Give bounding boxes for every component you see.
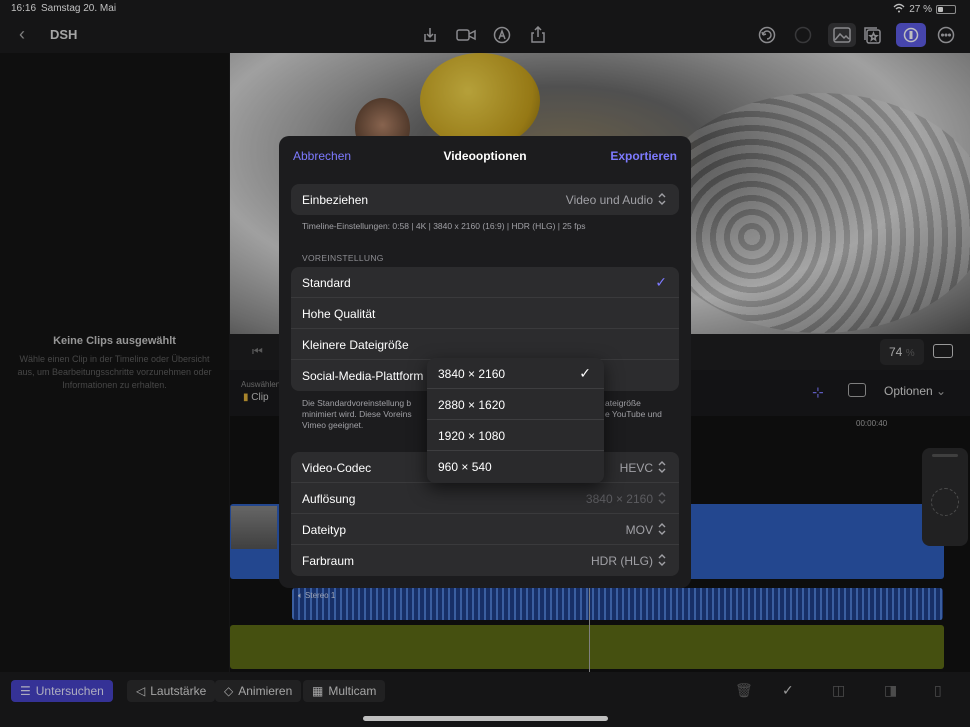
- preset-standard[interactable]: Standard ✓: [291, 267, 679, 298]
- option-label: 960 × 540: [438, 460, 492, 474]
- include-row[interactable]: Einbeziehen Video und Audio: [291, 184, 679, 215]
- include-label: Einbeziehen: [302, 193, 369, 207]
- desc-line3: Vimeo geeignet.: [302, 420, 364, 430]
- preset-label: Standard: [302, 276, 351, 290]
- desc-line1-right: ateigröße: [605, 398, 641, 408]
- resolution-option-2880[interactable]: 2880 × 1620: [427, 389, 604, 420]
- resolution-value: 3840 × 2160: [585, 492, 653, 506]
- colorspace-row[interactable]: Farbraum HDR (HLG): [291, 545, 679, 576]
- resolution-row[interactable]: Auflösung 3840 × 2160: [291, 483, 679, 514]
- desc-line2-right: e YouTube und: [605, 409, 662, 419]
- colorspace-label: Farbraum: [302, 554, 355, 568]
- option-label: 2880 × 1620: [438, 398, 506, 412]
- checkmark-icon: ✓: [579, 365, 591, 381]
- timeline-settings-info: Timeline-Einstellungen: 0:58 | 4K | 3840…: [302, 221, 586, 231]
- resolution-option-3840[interactable]: 3840 × 2160 ✓: [427, 358, 604, 389]
- include-group: Einbeziehen Video und Audio: [291, 184, 679, 215]
- preset-label: Social-Media-Plattform: [302, 369, 424, 383]
- resolution-popup-menu: 3840 × 2160 ✓ 2880 × 1620 1920 × 1080 96…: [427, 358, 604, 483]
- preset-label: Hohe Qualität: [302, 307, 376, 321]
- resolution-label: Auflösung: [302, 492, 356, 506]
- include-value: Video und Audio: [565, 193, 653, 207]
- preset-high-quality[interactable]: Hohe Qualität: [291, 298, 679, 329]
- desc-line2-left: minimiert wird. Diese Voreins: [302, 409, 412, 419]
- codec-label: Video-Codec: [302, 461, 372, 475]
- resolution-option-1920[interactable]: 1920 × 1080: [427, 420, 604, 451]
- filetype-label: Dateityp: [302, 523, 347, 537]
- option-label: 3840 × 2160: [438, 367, 506, 381]
- checkmark-icon: ✓: [655, 274, 667, 290]
- up-down-chevron-icon: [658, 193, 666, 205]
- up-down-chevron-icon: [658, 554, 666, 566]
- colorspace-value: HDR (HLG): [591, 554, 653, 568]
- codec-value: HEVC: [619, 461, 653, 475]
- filetype-value: MOV: [625, 523, 653, 537]
- preset-label: Kleinere Dateigröße: [302, 338, 409, 352]
- option-label: 1920 × 1080: [438, 429, 506, 443]
- desc-line1-left: Die Standardvoreinstellung b: [302, 398, 412, 408]
- filetype-row[interactable]: Dateityp MOV: [291, 514, 679, 545]
- preset-smaller-file[interactable]: Kleinere Dateigröße: [291, 329, 679, 360]
- up-down-chevron-icon: [658, 461, 666, 473]
- up-down-chevron-icon: [658, 523, 666, 535]
- resolution-option-960[interactable]: 960 × 540: [427, 451, 604, 482]
- export-button[interactable]: Exportieren: [610, 149, 677, 163]
- preset-section-header: VOREINSTELLUNG: [302, 253, 384, 263]
- up-down-chevron-icon: [658, 492, 666, 504]
